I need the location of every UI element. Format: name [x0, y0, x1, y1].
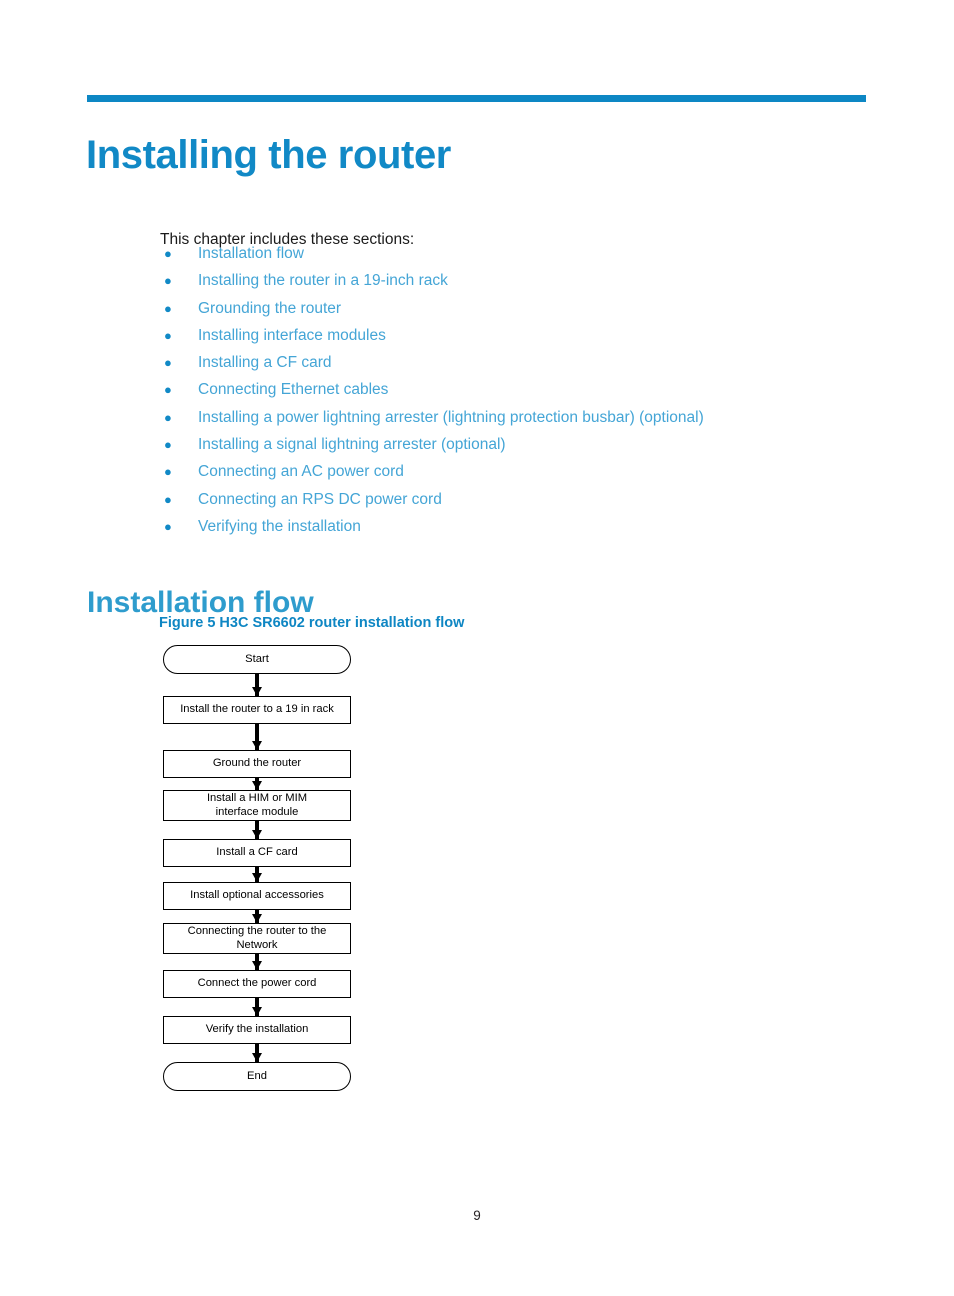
flow-node: Ground the router [163, 750, 351, 778]
section-link-item[interactable]: ● Installing interface modules [160, 325, 860, 352]
section-link-label[interactable]: Installing interface modules [198, 325, 386, 346]
section-link-label[interactable]: Connecting Ethernet cables [198, 379, 388, 400]
section-link-label[interactable]: Installation flow [198, 243, 304, 264]
flow-node: Install a CF card [163, 839, 351, 867]
section-link-label[interactable]: Connecting an AC power cord [198, 461, 404, 482]
section-link-item[interactable]: ● Connecting an RPS DC power cord [160, 489, 860, 516]
flow-node: Install the router to a 19 in rack [163, 696, 351, 724]
section-link-label[interactable]: Installing a signal lightning arrester (… [198, 434, 506, 455]
bullet-icon: ● [164, 327, 172, 343]
chapter-section-list: ● Installation flow ● Installing the router… [160, 243, 860, 543]
flow-arrow-icon [163, 674, 351, 696]
flow-arrow-icon [163, 998, 351, 1016]
flow-node-label: Install optional accessories [190, 889, 324, 902]
flow-arrow-icon [163, 724, 351, 750]
section-link-item[interactable]: ● Verifying the installation [160, 516, 860, 543]
flow-arrow-icon [163, 821, 351, 839]
flow-node: Connecting the router to the Network [163, 923, 351, 954]
flow-node: End [163, 1062, 351, 1091]
flow-node-label: Start [245, 652, 269, 665]
section-link-item[interactable]: ● Connecting Ethernet cables [160, 379, 860, 406]
section-link-item[interactable]: ● Installation flow [160, 243, 860, 270]
flow-node-label: Connecting the router to the Network [187, 925, 327, 951]
document-page: Installing the router This chapter inclu… [0, 0, 954, 1296]
section-link-label[interactable]: Installing the router in a 19-inch rack [198, 270, 448, 291]
flow-node: Install optional accessories [163, 882, 351, 910]
section-link-item[interactable]: ● Connecting an AC power cord [160, 461, 860, 488]
section-link-item[interactable]: ● Installing the router in a 19-inch rack [160, 270, 860, 297]
bullet-icon: ● [164, 464, 172, 480]
bullet-icon: ● [164, 273, 172, 289]
section-link-item[interactable]: ● Installing a CF card [160, 352, 860, 379]
page-number: 9 [473, 1208, 481, 1223]
flow-arrow-icon [163, 910, 351, 923]
section-link-label[interactable]: Connecting an RPS DC power cord [198, 489, 442, 510]
bullet-icon: ● [164, 409, 172, 425]
flow-node-label: Install a HIM or MIM interface module [206, 792, 308, 818]
section-link-label[interactable]: Verifying the installation [198, 516, 361, 537]
bullet-icon: ● [164, 382, 172, 398]
flow-node-label: End [247, 1069, 267, 1082]
flow-node-label: Connect the power cord [197, 977, 317, 990]
flow-arrow-icon [163, 954, 351, 970]
flow-node: Verify the installation [163, 1016, 351, 1044]
flow-node: Install a HIM or MIM interface module [163, 790, 351, 821]
flow-node-label: Ground the router [212, 757, 302, 770]
flow-node-label: Verify the installation [205, 1023, 309, 1036]
bullet-icon: ● [164, 246, 172, 261]
flow-arrow-icon [163, 1044, 351, 1062]
installation-flow-diagram: Start Install the router to a 19 in rack G… [163, 645, 351, 1091]
section-link-item[interactable]: ● Installing a power lightning arrester (… [160, 407, 860, 434]
bullet-icon: ● [164, 437, 172, 453]
bullet-icon: ● [164, 355, 172, 371]
section-link-item[interactable]: ● Installing a signal lightning arrester … [160, 434, 860, 461]
bullet-icon: ● [164, 518, 172, 534]
bullet-icon: ● [164, 300, 172, 316]
flow-node-label: Install a CF card [216, 846, 298, 859]
section-link-label[interactable]: Grounding the router [198, 298, 341, 319]
figure-caption: Figure 5 H3C SR6602 router installation … [159, 615, 465, 631]
section-link-item[interactable]: ● Grounding the router [160, 298, 860, 325]
flow-arrow-icon [163, 867, 351, 882]
page-title: Installing the router [86, 132, 451, 177]
bullet-icon: ● [164, 491, 172, 507]
section-link-label[interactable]: Installing a power lightning arrester (l… [198, 407, 704, 428]
flow-node: Start [163, 645, 351, 674]
flow-node-label: Install the router to a 19 in rack [180, 703, 334, 716]
section-link-label[interactable]: Installing a CF card [198, 352, 332, 373]
flow-node: Connect the power cord [163, 970, 351, 998]
header-rule [87, 95, 866, 102]
flow-arrow-icon [163, 778, 351, 790]
